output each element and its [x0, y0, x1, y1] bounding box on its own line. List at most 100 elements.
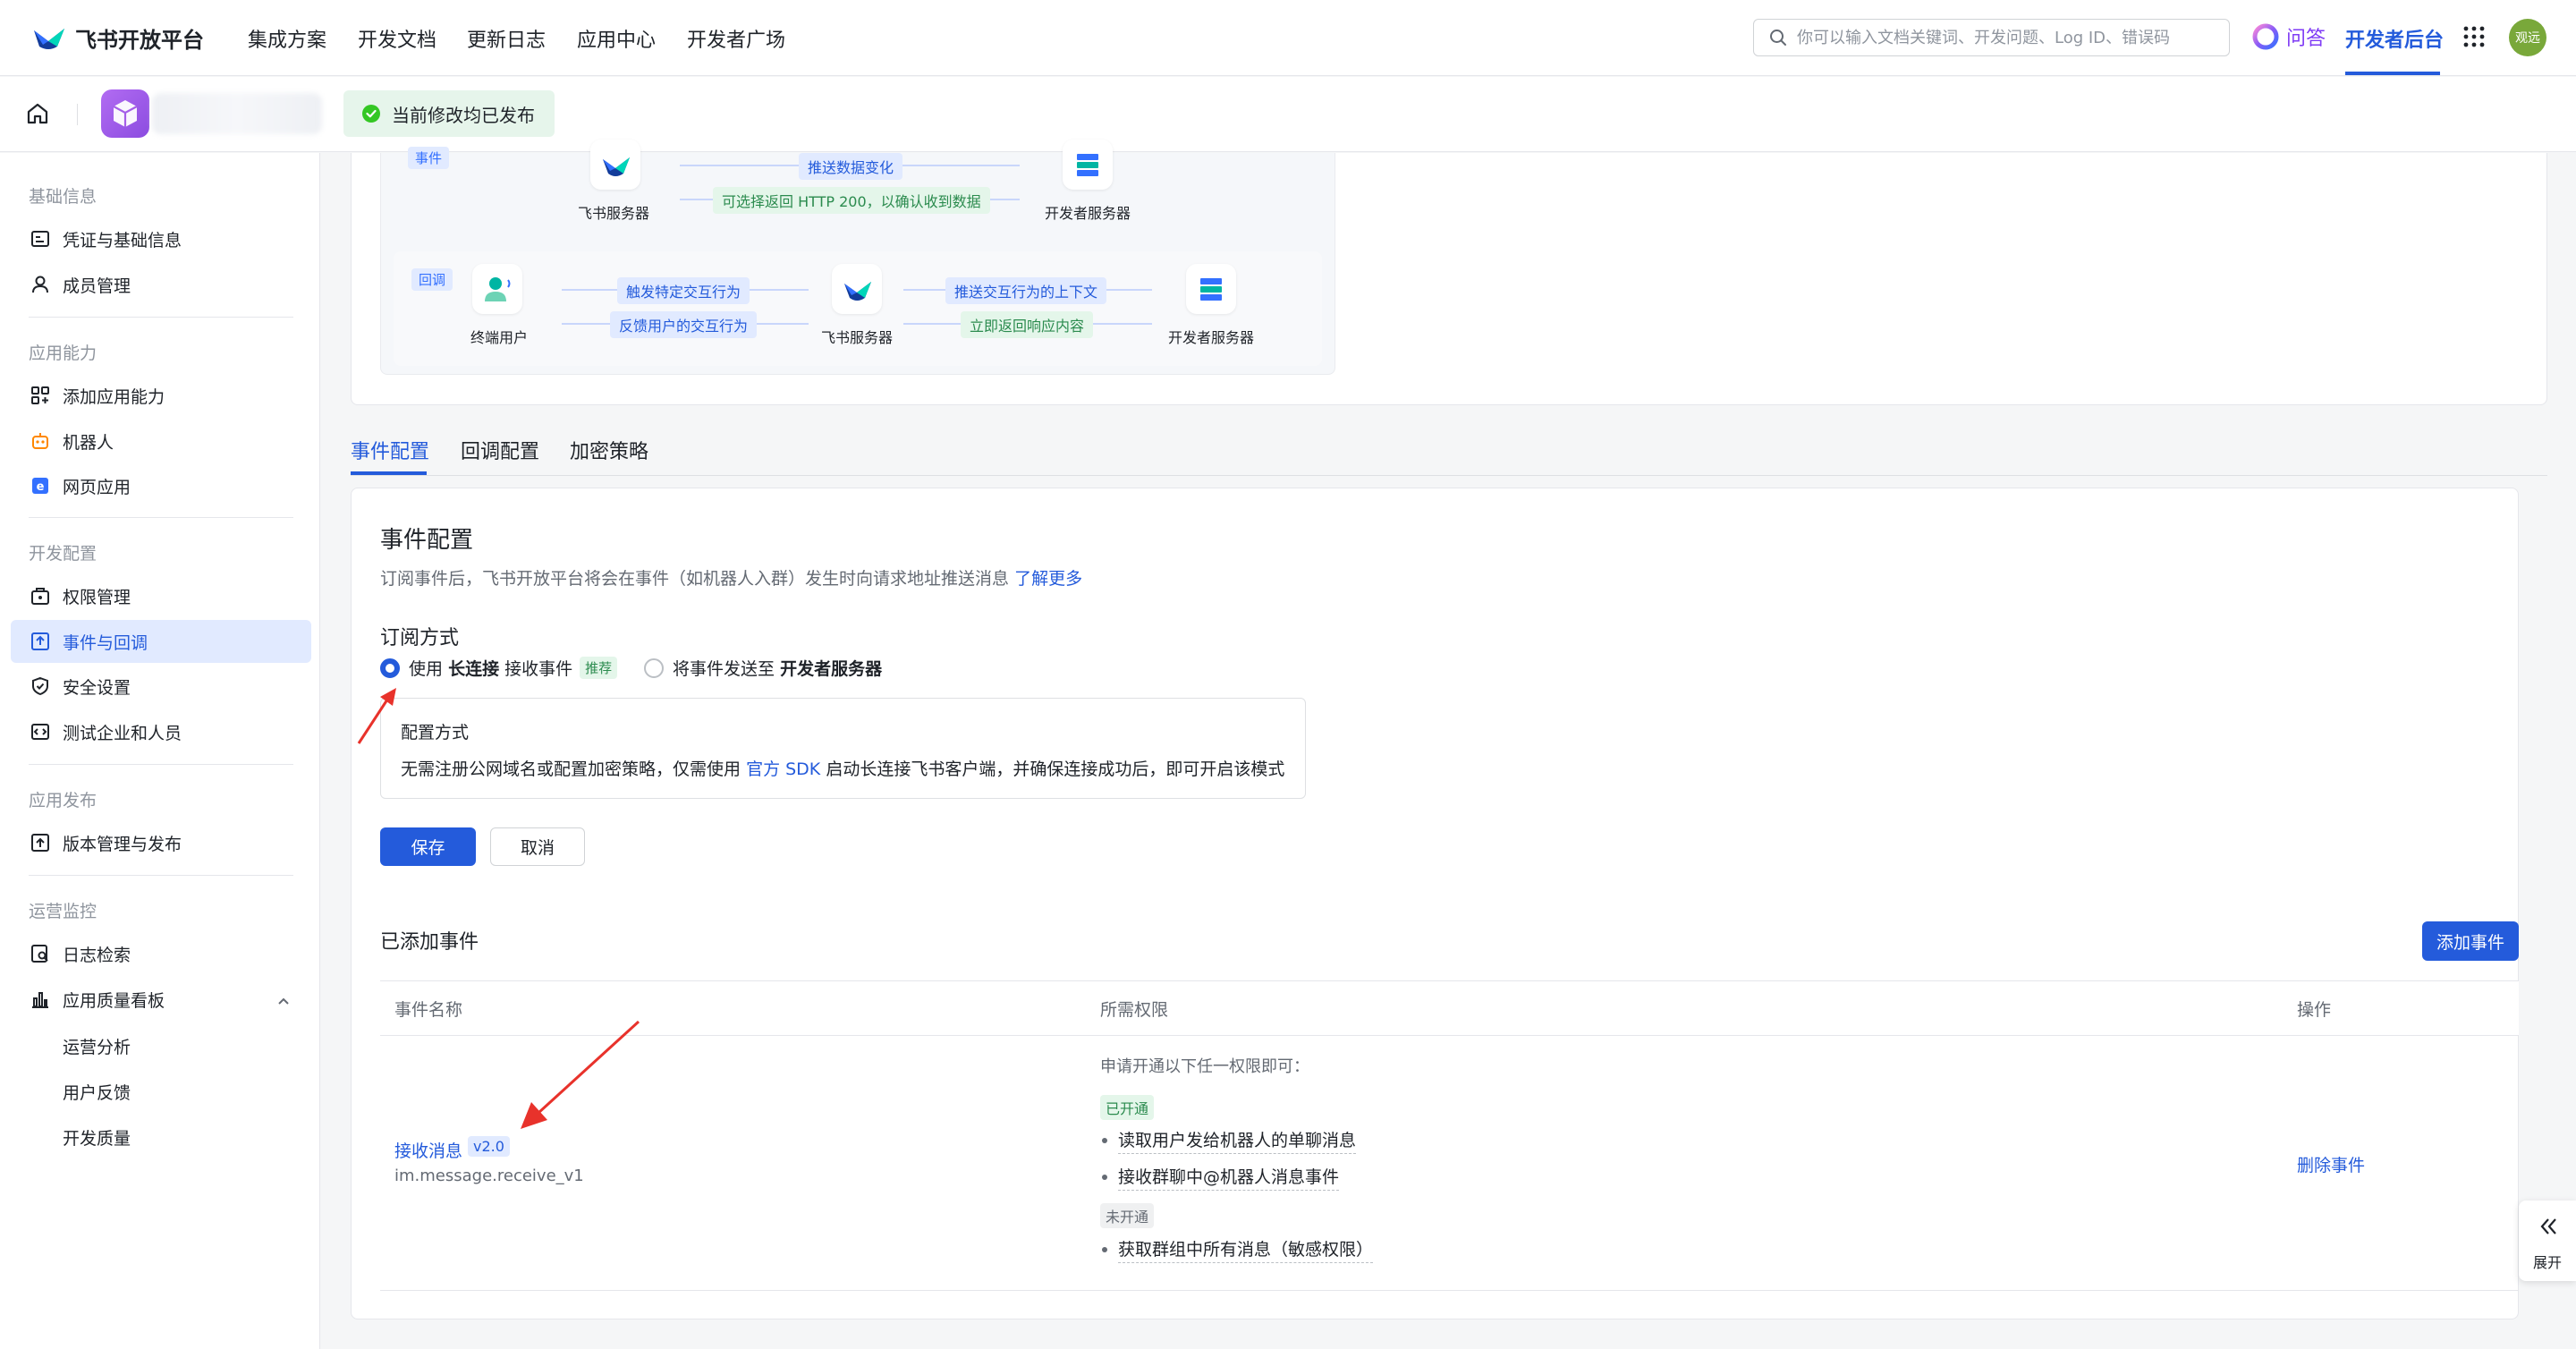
sidebar-item-label: 事件与回调	[63, 632, 148, 653]
expand-label: 展开	[2533, 1254, 2563, 1271]
diagram-label-feishu-server: 飞书服务器	[821, 329, 894, 346]
sidebar-subitem-dev-quality[interactable]: 开发质量	[63, 1125, 131, 1150]
section-description: 订阅事件后，飞书开放平台将会在事件（如机器人入群）发生时向请求地址推送消息 了解…	[380, 565, 1082, 590]
sidebar-item-label: 日志检索	[63, 945, 131, 965]
table-row	[380, 1036, 2519, 1291]
permission-item[interactable]: 获取群组中所有消息（敏感权限）	[1102, 1236, 1374, 1263]
radio-label-bold: 长连接	[448, 659, 500, 679]
sidebar-subitem-feedback[interactable]: 用户反馈	[63, 1080, 131, 1104]
nav-link-changelog[interactable]: 更新日志	[467, 24, 546, 53]
sidebar-item-events-callbacks[interactable]: 事件与回调	[11, 620, 311, 663]
sidebar-item-members[interactable]: 成员管理	[11, 263, 311, 306]
tab-encryption[interactable]: 加密策略	[570, 436, 648, 464]
sidebar-item-version[interactable]: 版本管理与发布	[11, 821, 311, 864]
chevron-up-icon[interactable]	[275, 993, 292, 1009]
permission-text: 接收群聊中@机器人消息事件	[1118, 1164, 1340, 1191]
tab-callback-config[interactable]: 回调配置	[461, 436, 539, 464]
radio-button[interactable]	[644, 658, 664, 678]
sidebar-item-label: 应用质量看板	[63, 990, 165, 1011]
bullet-icon	[1102, 1175, 1107, 1180]
config-mode-title: 配置方式	[401, 723, 470, 742]
home-icon[interactable]	[25, 101, 50, 126]
column-header-actions: 操作	[2297, 1000, 2332, 1020]
sidebar-item-bot[interactable]: 机器人	[11, 420, 311, 462]
radio-label: 将事件发送至 开发者服务器	[673, 656, 882, 680]
column-header-event-name: 事件名称	[394, 1000, 463, 1020]
brand[interactable]: 飞书开放平台	[30, 20, 204, 55]
sidebar-divider	[29, 875, 293, 876]
feishu-logo-icon	[844, 282, 871, 301]
diagram-feishu-server-node	[832, 264, 882, 314]
sidebar-item-web-app[interactable]: e 网页应用	[11, 464, 311, 507]
official-sdk-link[interactable]: 官方 SDK	[746, 759, 820, 779]
learn-more-link[interactable]: 了解更多	[1014, 569, 1082, 589]
add-event-button[interactable]: 添加事件	[2422, 921, 2519, 961]
diagram-push-change: 推送数据变化	[799, 153, 903, 180]
sidebar-item-add-ability[interactable]: 添加应用能力	[11, 374, 311, 417]
sidebar-item-test-org[interactable]: 测试企业和人员	[11, 710, 311, 753]
radio-long-connection[interactable]: 使用 长连接 接收事件 推荐	[380, 656, 618, 680]
cube-icon	[113, 100, 138, 127]
sidebar-divider	[29, 764, 293, 765]
publish-status-text: 当前修改均已发布	[392, 104, 535, 126]
sidebar-item-credentials[interactable]: 凭证与基础信息	[11, 217, 311, 260]
delete-event-link[interactable]: 删除事件	[2297, 1152, 2365, 1176]
status-badge-enabled: 已开通	[1100, 1095, 1155, 1120]
status-badge-disabled: 未开通	[1100, 1203, 1155, 1228]
sidebar-item-security[interactable]: 安全设置	[11, 665, 311, 708]
mode-desc-suffix: 启动长连接飞书客户端，并确保连接成功后，即可开启该模式	[826, 759, 1285, 779]
dev-console-link[interactable]: 开发者后台	[2345, 24, 2444, 53]
radio-label-suffix: 接收事件	[504, 659, 573, 679]
permission-item[interactable]: 读取用户发给机器人的单聊消息	[1102, 1127, 1357, 1154]
sidebar-divider	[29, 317, 293, 318]
user-avatar[interactable]: 观远	[2509, 19, 2546, 56]
nav-link-docs[interactable]: 开发文档	[358, 24, 436, 53]
permission-text: 读取用户发给机器人的单聊消息	[1118, 1127, 1357, 1154]
sidebar-item-quality[interactable]: 应用质量看板	[11, 978, 311, 1021]
radio-dev-server[interactable]: 将事件发送至 开发者服务器	[644, 656, 882, 680]
sidebar-divider	[29, 517, 293, 518]
web-app-icon: e	[32, 478, 48, 494]
sidebar-item-label: 网页应用	[63, 477, 131, 497]
ai-assistant-icon	[2252, 23, 2279, 50]
server-icon	[1200, 278, 1222, 301]
sidebar-subitem-ops-analysis[interactable]: 运营分析	[63, 1034, 131, 1058]
top-navigation: 飞书开放平台 集成方案 开发文档 更新日志 应用中心 开发者广场 问答 开发者后…	[0, 0, 2576, 76]
sidebar-group-ability: 应用能力	[29, 344, 97, 363]
server-icon	[1077, 154, 1098, 176]
sidebar-group-ops: 运营监控	[29, 902, 97, 921]
search-icon	[1770, 30, 1786, 46]
tab-bar-border	[351, 475, 2547, 476]
qa-button[interactable]: 问答	[2252, 22, 2326, 51]
tab-event-config[interactable]: 事件配置	[351, 436, 429, 464]
save-button[interactable]: 保存	[380, 827, 476, 866]
search-input[interactable]	[1797, 28, 2229, 47]
bar-chart-icon	[32, 992, 48, 1008]
diagram-feedback: 反馈用户的交互行为	[610, 311, 758, 338]
header-divider	[77, 104, 78, 125]
diagram-end-user-node	[472, 264, 522, 314]
permission-item[interactable]: 接收群聊中@机器人消息事件	[1102, 1164, 1340, 1191]
sidebar-item-label: 测试企业和人员	[63, 723, 182, 743]
search-box[interactable]	[1753, 19, 2230, 56]
app-icon[interactable]	[101, 89, 149, 138]
nav-link-app-center[interactable]: 应用中心	[577, 24, 656, 53]
sidebar-item-logs[interactable]: 日志检索	[11, 932, 311, 975]
tab-active-indicator	[351, 471, 427, 475]
nav-link-solutions[interactable]: 集成方案	[248, 24, 326, 53]
column-header-permissions: 所需权限	[1100, 1000, 1169, 1020]
nav-link-dev-square[interactable]: 开发者广场	[687, 24, 785, 53]
radio-button-checked[interactable]	[380, 658, 400, 678]
config-mode-box	[380, 698, 1306, 799]
event-name-link[interactable]: 接收消息	[394, 1138, 462, 1162]
dev-console-active-indicator	[2345, 72, 2440, 75]
radio-label-prefix: 使用	[409, 659, 444, 679]
sidebar-item-permissions[interactable]: 权限管理	[11, 574, 311, 617]
cancel-button[interactable]: 取消	[490, 827, 585, 866]
apps-grid-icon[interactable]	[2462, 25, 2486, 48]
expand-panel-button[interactable]: 展开	[2519, 1201, 2576, 1281]
apps-add-icon	[31, 386, 49, 404]
bullet-icon	[1102, 1138, 1107, 1143]
code-box-icon	[31, 724, 49, 740]
description-text: 订阅事件后，飞书开放平台将会在事件（如机器人入群）发生时向请求地址推送消息	[380, 569, 1010, 589]
